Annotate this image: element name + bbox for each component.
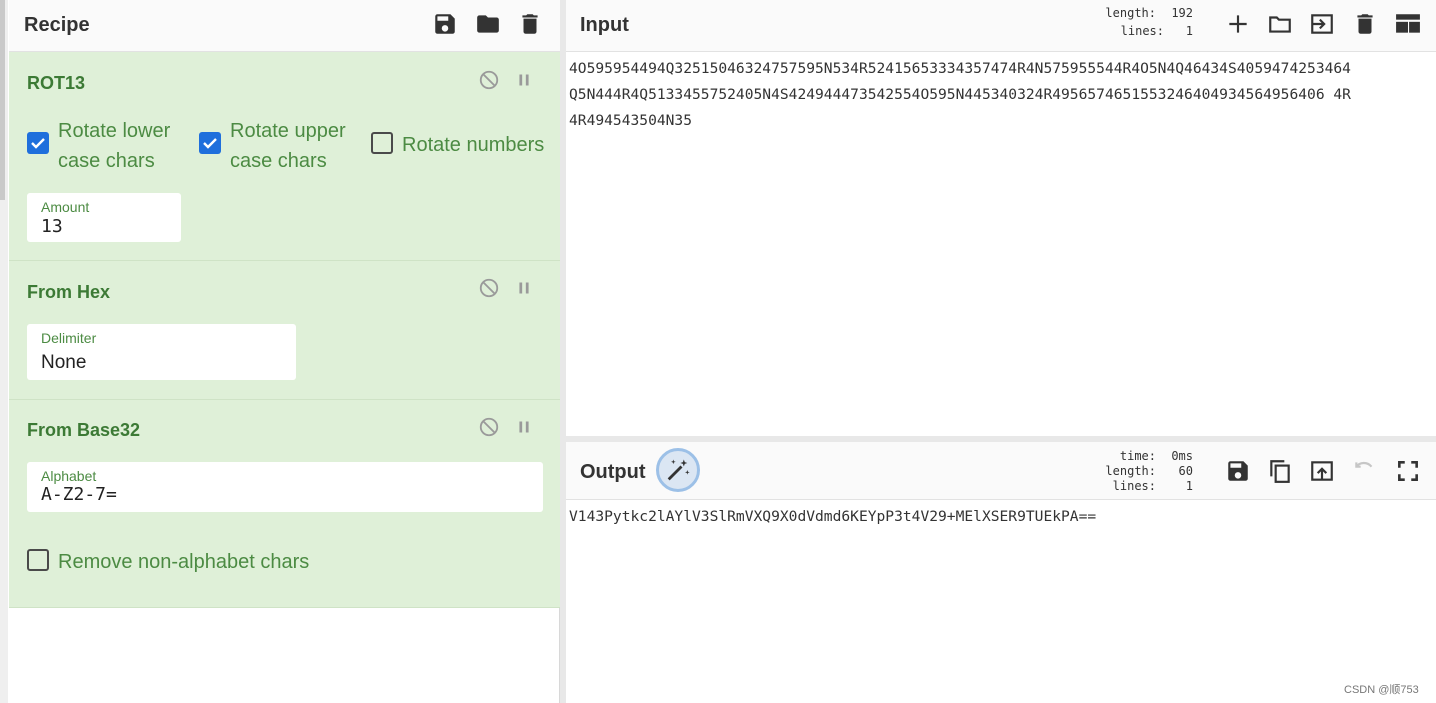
folder-icon	[477, 15, 499, 33]
output-text[interactable]: V143Pytkc2lAYlV3SlRmVXQ9X0dVdmd6KEYpP3t4…	[569, 504, 1431, 530]
remove-non-alphabet-label: Remove non-alphabet chars	[58, 551, 310, 573]
output-lines-label: lines:	[1112, 479, 1156, 493]
add-input-tab-button[interactable]	[1225, 11, 1251, 37]
recipe-title: Recipe	[24, 14, 90, 36]
rotate-lower-label-line1: Rotate lower	[58, 120, 171, 142]
rotate-upper-label-line1: Rotate upper	[230, 120, 346, 142]
check-icon	[31, 138, 45, 149]
disable-icon	[479, 70, 499, 90]
undo-icon	[1355, 461, 1373, 468]
reset-layout-button[interactable]	[1395, 11, 1421, 37]
breakpoint-button[interactable]	[513, 416, 535, 438]
trash-icon	[522, 14, 538, 34]
save-icon	[435, 14, 455, 34]
check-icon	[203, 138, 217, 149]
copy-output-button[interactable]	[1267, 458, 1293, 484]
save-icon	[1228, 461, 1248, 481]
input-text-line1[interactable]: 4O595954494Q32515046324757595N534R524156…	[569, 56, 1431, 82]
pause-icon	[519, 74, 529, 86]
open-input-file-button[interactable]	[1267, 11, 1293, 37]
operation-title: ROT13	[27, 73, 86, 93]
import-icon	[1311, 14, 1333, 34]
clear-recipe-button[interactable]	[517, 11, 543, 37]
magic-button[interactable]	[656, 448, 700, 492]
input-length-label: length:	[1105, 6, 1156, 20]
disable-operation-button[interactable]	[478, 69, 500, 91]
input-lines-value: 1	[1185, 24, 1193, 38]
undo-button[interactable]	[1352, 458, 1378, 484]
operation-title: From Hex	[27, 282, 111, 302]
replace-input-icon	[1311, 461, 1333, 481]
input-title: Input	[580, 14, 629, 36]
output-title: Output	[580, 461, 646, 483]
input-header	[566, 0, 1436, 52]
clear-input-button[interactable]	[1352, 11, 1378, 37]
magic-wand-icon	[667, 459, 690, 481]
replace-input-with-output-button[interactable]	[1309, 458, 1335, 484]
rotate-upper-label-line2: case chars	[230, 150, 327, 172]
input-text-line3[interactable]: 4R494543504N35	[569, 108, 1431, 134]
save-output-button[interactable]	[1225, 458, 1251, 484]
watermark: CSDN @顺753	[1344, 684, 1419, 696]
alphabet-value[interactable]: A-Z2-7=	[41, 484, 117, 505]
alphabet-label: Alphabet	[41, 468, 97, 484]
load-recipe-button[interactable]	[475, 11, 501, 37]
disable-operation-button[interactable]	[478, 277, 500, 299]
rotate-numbers-label: Rotate numbers	[402, 134, 545, 156]
output-lines-value: 1	[1185, 479, 1193, 493]
folder-icon	[1269, 16, 1291, 33]
disable-icon	[479, 278, 499, 298]
save-recipe-button[interactable]	[432, 11, 458, 37]
delimiter-value[interactable]: None	[41, 352, 86, 374]
breakpoint-button[interactable]	[513, 277, 535, 299]
delimiter-label: Delimiter	[41, 330, 97, 346]
maximise-output-button[interactable]	[1395, 458, 1421, 484]
recipe-scrollbar-thumb[interactable]	[0, 0, 5, 200]
layout-icon	[1396, 14, 1420, 33]
trash-icon	[1357, 14, 1373, 34]
pause-icon	[519, 421, 529, 433]
rotate-lower-checkbox[interactable]	[27, 132, 49, 154]
disable-operation-button[interactable]	[478, 416, 500, 438]
pause-icon	[519, 282, 529, 294]
input-length-value: 192	[1171, 6, 1193, 20]
input-text-line2[interactable]: Q5N444R4Q5133455752405N4S424944473542554…	[569, 82, 1431, 108]
plus-icon	[1229, 15, 1247, 33]
rotate-upper-checkbox[interactable]	[199, 132, 221, 154]
rotate-numbers-checkbox[interactable]	[371, 132, 393, 154]
breakpoint-button[interactable]	[513, 69, 535, 91]
operation-title: From Base32	[27, 420, 141, 440]
copy-icon	[1270, 460, 1290, 483]
open-folder-button[interactable]	[1309, 11, 1335, 37]
fullscreen-icon	[1398, 461, 1418, 481]
amount-label: Amount	[41, 199, 90, 215]
amount-value[interactable]: 13	[41, 216, 63, 237]
disable-icon	[479, 417, 499, 437]
input-lines-label: lines:	[1120, 24, 1164, 38]
remove-non-alphabet-checkbox[interactable]	[27, 549, 49, 571]
rotate-lower-label-line2: case chars	[58, 150, 155, 172]
